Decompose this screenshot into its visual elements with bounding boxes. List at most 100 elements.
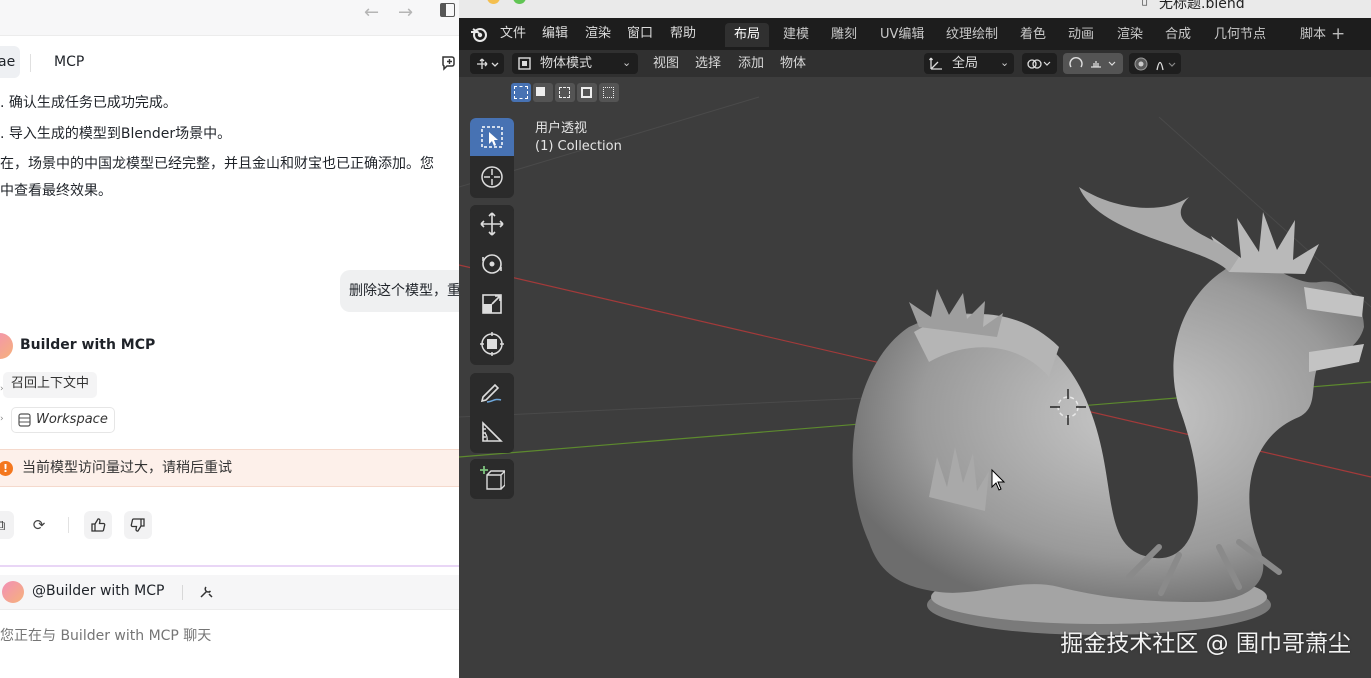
- scale-tool[interactable]: [470, 285, 514, 323]
- pivot-point-select[interactable]: [1022, 53, 1057, 74]
- tab-label: ae: [0, 54, 16, 70]
- dislike-button[interactable]: [124, 511, 152, 539]
- axes-icon: [928, 57, 942, 70]
- select-invert-icon: [581, 87, 592, 98]
- cursor-icon: [481, 166, 503, 188]
- editor-type-button[interactable]: [470, 53, 504, 74]
- tab-sculpting[interactable]: 雕刻: [822, 23, 866, 47]
- select-intersect-button[interactable]: [599, 83, 619, 102]
- recall-context-label: 召回上下文中: [11, 376, 90, 391]
- tab-uv-editing[interactable]: UV编辑: [871, 23, 933, 47]
- tab-layout[interactable]: 布局: [725, 23, 770, 47]
- blender-window: ▯ 无标题.blend 文件 编辑 渲染 窗口 帮助 布局 建模 雕刻 UV编辑…: [459, 0, 1371, 678]
- annotate-tool[interactable]: [470, 373, 514, 411]
- viewport-header: 物体模式 ⌄ 视图 选择 添加 物体 全局 ⌄: [459, 50, 1371, 77]
- move-tool[interactable]: [470, 205, 514, 243]
- toolbar-add-group: [470, 459, 514, 499]
- object-mode-icon: [518, 57, 531, 70]
- tab-texture-paint[interactable]: 纹理绘制: [937, 23, 1007, 47]
- snap-toggle[interactable]: [1063, 53, 1123, 74]
- menu-add[interactable]: 添加: [738, 53, 764, 74]
- toolbar-transform-group: [470, 205, 514, 365]
- back-arrow-icon[interactable]: ←: [364, 2, 379, 23]
- tools-icon[interactable]: [198, 584, 214, 600]
- tab-rendering[interactable]: 渲染: [1108, 23, 1152, 47]
- sidebar-toggle-icon[interactable]: [440, 3, 455, 17]
- error-text: 当前模型访问量过大，请稍后重试: [22, 460, 232, 476]
- like-button[interactable]: [84, 511, 112, 539]
- action-divider: [68, 517, 69, 533]
- agent-mention[interactable]: @Builder with MCP: [32, 583, 164, 599]
- message-line: 中查看最终效果。: [0, 183, 112, 199]
- orientation-label: 全局: [952, 56, 979, 71]
- add-workspace-icon[interactable]: +: [1331, 18, 1345, 50]
- copy-icon: ⧉: [0, 516, 5, 534]
- maximize-window-icon[interactable]: [513, 0, 526, 4]
- assistant-name: Builder with MCP: [20, 337, 156, 353]
- thumbs-up-icon: [91, 518, 106, 532]
- workspace-label: Workspace: [36, 412, 108, 427]
- forward-arrow-icon[interactable]: →: [398, 2, 413, 23]
- menu-file[interactable]: 文件: [500, 18, 526, 50]
- file-icon: ▯: [1141, 0, 1149, 8]
- select-box-tool[interactable]: [470, 118, 514, 156]
- database-icon: [18, 413, 31, 427]
- chat-input[interactable]: [0, 619, 440, 653]
- tab-modeling[interactable]: 建模: [774, 23, 818, 47]
- collection-label: (1) Collection: [535, 139, 622, 154]
- transform-tool[interactable]: [470, 325, 514, 363]
- chevron-down-icon: ⌄: [1000, 56, 1010, 69]
- regenerate-button[interactable]: ⟳: [25, 511, 53, 539]
- select-subtract-button[interactable]: [555, 83, 575, 102]
- tab-mcp[interactable]: MCP: [54, 46, 84, 78]
- select-extend-button[interactable]: [533, 83, 553, 102]
- recall-context-chip[interactable]: 召回上下文中: [3, 372, 98, 398]
- agent-avatar: [2, 581, 24, 603]
- chevron-right-icon: ›: [0, 414, 4, 424]
- add-cube-icon: [480, 466, 505, 490]
- menu-object[interactable]: 物体: [780, 53, 806, 74]
- toolbar-annotate-group: [470, 373, 514, 453]
- add-cube-tool[interactable]: [470, 459, 514, 497]
- menu-window[interactable]: 窗口: [627, 18, 653, 50]
- window-title: 无标题.blend: [1159, 0, 1245, 12]
- menu-help[interactable]: 帮助: [670, 18, 696, 50]
- measure-tool[interactable]: [470, 413, 514, 451]
- dragon-model[interactable]: [852, 187, 1364, 635]
- minimize-window-icon[interactable]: [487, 0, 500, 4]
- menu-edit[interactable]: 编辑: [542, 18, 568, 50]
- select-extend-icon: [536, 87, 545, 96]
- transform-orientation-select[interactable]: 全局 ⌄: [924, 53, 1014, 74]
- tab-ae[interactable]: ae: [0, 46, 20, 78]
- copy-button[interactable]: ⧉: [0, 511, 14, 539]
- cursor-tool[interactable]: [470, 158, 514, 196]
- ruler-icon: [482, 421, 503, 442]
- tab-geometry-nodes[interactable]: 几何节点: [1205, 23, 1275, 47]
- select-new-button[interactable]: [511, 83, 531, 102]
- scene-canvas: [459, 96, 1371, 635]
- scale-icon: [482, 294, 502, 314]
- snap-magnet-icon: [1069, 57, 1116, 68]
- tab-label: MCP: [54, 54, 85, 70]
- tab-divider: [30, 54, 31, 72]
- select-invert-button[interactable]: [577, 83, 597, 102]
- blender-logo-icon[interactable]: [470, 25, 488, 43]
- menu-render[interactable]: 渲染: [585, 18, 611, 50]
- rotate-tool[interactable]: [470, 245, 514, 283]
- 3d-viewport[interactable]: 用户透视 (1) Collection 掘金技术社区 @ 围巾哥萧尘: [459, 77, 1371, 678]
- mode-select[interactable]: 物体模式 ⌄: [512, 53, 638, 74]
- menu-select[interactable]: 选择: [695, 53, 721, 74]
- menu-view[interactable]: 视图: [653, 53, 679, 74]
- tab-scripting[interactable]: 脚本: [1291, 23, 1335, 47]
- transform-icon: [480, 332, 504, 356]
- chevron-down-icon: ⌄: [622, 56, 632, 69]
- tab-animation[interactable]: 动画: [1059, 23, 1103, 47]
- tab-compositing[interactable]: 合成: [1156, 23, 1200, 47]
- tab-shading[interactable]: 着色: [1011, 23, 1055, 47]
- thumbs-down-icon: [130, 518, 145, 532]
- proportional-editing-toggle[interactable]: [1129, 53, 1181, 74]
- new-chat-icon[interactable]: [440, 53, 458, 71]
- select-subtract-icon: [559, 87, 570, 98]
- user-message-bubble: 删除这个模型，重: [340, 270, 459, 312]
- workspace-chip[interactable]: Workspace: [11, 407, 115, 433]
